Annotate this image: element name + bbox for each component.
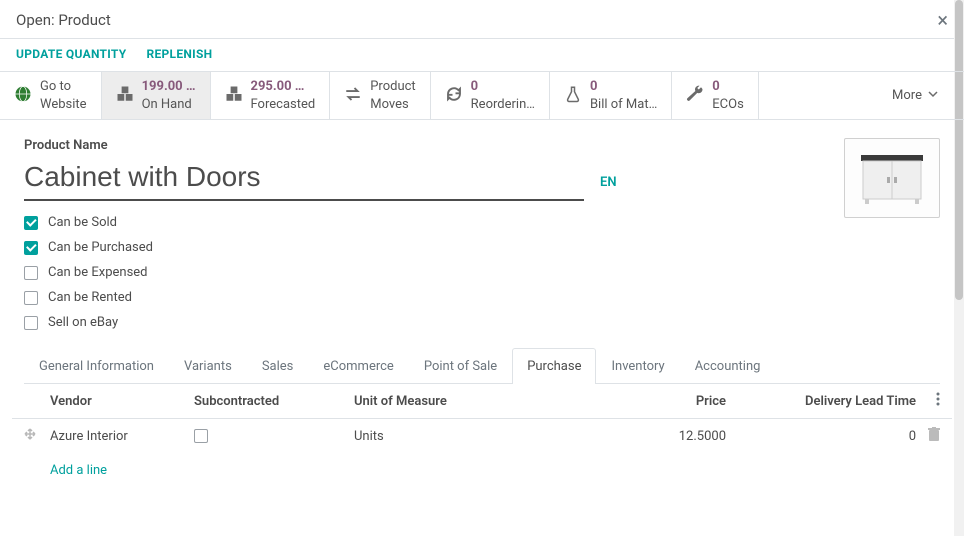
reordering-button[interactable]: 0 Reorderin…: [431, 72, 550, 119]
bill-of-materials-button[interactable]: 0 Bill of Mat…: [550, 72, 672, 119]
chevron-down-icon: [928, 88, 938, 103]
can-be-sold-checkbox[interactable]: [24, 216, 38, 230]
cell-uom: Units: [354, 429, 586, 444]
stat-label: On Hand: [142, 96, 196, 114]
stat-label: Forecasted: [251, 96, 316, 114]
stat-value: 0: [590, 78, 657, 96]
col-lead: Delivery Lead Time: [746, 394, 916, 409]
flask-icon: [564, 85, 582, 107]
refresh-icon: [445, 85, 463, 107]
tab-variants[interactable]: Variants: [169, 348, 247, 384]
tab-sales[interactable]: Sales: [247, 348, 309, 384]
ecos-button[interactable]: 0 ECOs: [672, 72, 759, 119]
stat-label: Bill of Mat…: [590, 96, 657, 114]
vendor-grid: Vendor Subcontracted Unit of Measure Pri…: [0, 384, 964, 488]
sell-on-ebay-checkbox[interactable]: [24, 316, 38, 330]
tab-inventory[interactable]: Inventory: [596, 348, 679, 384]
drag-handle-icon[interactable]: [24, 428, 44, 444]
exchange-icon: [344, 85, 362, 107]
tab-point-of-sale[interactable]: Point of Sale: [409, 348, 512, 384]
wrench-icon: [686, 85, 704, 107]
tab-ecommerce[interactable]: eCommerce: [308, 348, 408, 384]
update-quantity-button[interactable]: UPDATE QUANTITY: [16, 47, 126, 61]
col-price: Price: [586, 394, 746, 409]
can-be-expensed-label: Can be Expensed: [48, 265, 148, 280]
can-be-rented-checkbox[interactable]: [24, 291, 38, 305]
stat-label: ECOs: [712, 96, 744, 114]
can-be-expensed-checkbox[interactable]: [24, 266, 38, 280]
stat-label: Moves: [370, 96, 415, 114]
tab-purchase[interactable]: Purchase: [512, 348, 596, 384]
modal-title: Open: Product: [16, 11, 111, 29]
col-subcontracted: Subcontracted: [194, 394, 354, 409]
action-bar: UPDATE QUANTITY REPLENISH: [0, 39, 964, 71]
stat-label: Reorderin…: [471, 96, 535, 114]
stat-label: Website: [40, 96, 87, 114]
product-moves-button[interactable]: Product Moves: [330, 72, 430, 119]
sell-on-ebay-label: Sell on eBay: [48, 315, 118, 330]
can-be-sold-label: Can be Sold: [48, 215, 117, 230]
cell-vendor: Azure Interior: [44, 429, 194, 444]
product-image[interactable]: [844, 138, 940, 218]
form-area: Product Name EN Can be Sold Can be Purch…: [0, 120, 964, 340]
tab-accounting[interactable]: Accounting: [680, 348, 776, 384]
delete-row-icon[interactable]: [928, 430, 940, 445]
on-hand-button[interactable]: 199.00 … On Hand: [102, 72, 211, 119]
more-label: More: [892, 88, 922, 103]
table-row[interactable]: Azure Interior Units 12.5000 0: [12, 419, 952, 453]
col-vendor: Vendor: [44, 394, 194, 409]
globe-icon: [14, 85, 32, 107]
stat-value: 295.00 …: [251, 78, 316, 96]
can-be-rented-label: Can be Rented: [48, 290, 132, 305]
more-button[interactable]: More: [874, 72, 956, 119]
boxes-icon: [116, 85, 134, 107]
close-button[interactable]: ×: [937, 10, 948, 30]
stat-label: Product: [370, 78, 415, 96]
stat-bar: Go to Website 199.00 … On Hand 295.00 … …: [0, 71, 964, 120]
stat-label: Go to: [40, 78, 87, 96]
boxes-icon: [225, 85, 243, 107]
language-toggle[interactable]: EN: [600, 175, 617, 198]
scrollbar-thumb[interactable]: [955, 0, 963, 300]
grid-header: Vendor Subcontracted Unit of Measure Pri…: [12, 384, 952, 419]
modal-header: Open: Product ×: [0, 0, 964, 39]
cell-subcontracted-checkbox[interactable]: [194, 429, 208, 443]
cell-price: 12.5000: [586, 429, 746, 444]
go-to-website-button[interactable]: Go to Website: [0, 72, 102, 119]
forecasted-button[interactable]: 295.00 … Forecasted: [211, 72, 331, 119]
can-be-purchased-checkbox[interactable]: [24, 241, 38, 255]
tabs: General Information Variants Sales eComm…: [24, 348, 940, 384]
add-line-button[interactable]: Add a line: [12, 453, 952, 488]
column-menu-icon[interactable]: [936, 395, 940, 410]
tab-general-information[interactable]: General Information: [24, 348, 169, 384]
cabinet-icon: [857, 151, 927, 206]
product-name-input[interactable]: [24, 157, 584, 201]
product-name-label: Product Name: [24, 138, 820, 153]
stat-value: 0: [712, 78, 744, 96]
replenish-button[interactable]: REPLENISH: [146, 47, 212, 61]
can-be-purchased-label: Can be Purchased: [48, 240, 153, 255]
col-uom: Unit of Measure: [354, 394, 586, 409]
cell-lead: 0: [746, 429, 916, 444]
stat-value: 199.00 …: [142, 78, 196, 96]
stat-value: 0: [471, 78, 535, 96]
